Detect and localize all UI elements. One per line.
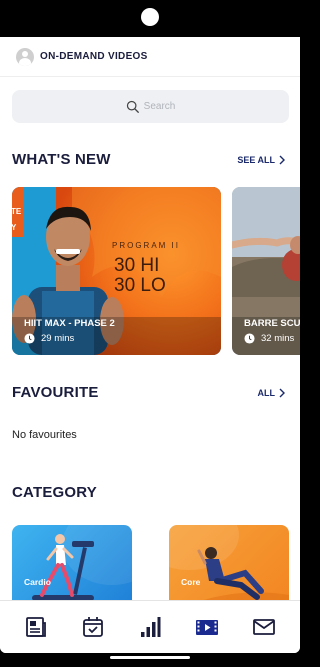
avatar[interactable] xyxy=(16,47,34,66)
calendar-check-icon xyxy=(83,617,104,637)
clock-icon xyxy=(24,333,35,344)
bar-chart-icon xyxy=(140,617,161,637)
program-line-1: 30 HI xyxy=(114,255,160,276)
favourite-title: FAVOURITE xyxy=(12,384,99,401)
camera-notch xyxy=(141,8,159,26)
video-duration: 29 mins xyxy=(24,333,74,344)
video-card-hiit-max[interactable]: TE Y PROGRAM II 30 HI 30 LO HIIT MAX - P… xyxy=(12,187,221,355)
see-all-label: SEE ALL xyxy=(237,155,275,165)
mail-icon xyxy=(252,619,275,635)
duration-text: 29 mins xyxy=(41,333,75,344)
news-icon xyxy=(26,617,47,637)
nav-messages[interactable] xyxy=(249,612,279,642)
video-thumbnail xyxy=(232,187,300,355)
clock-icon xyxy=(244,333,255,344)
nav-videos[interactable] xyxy=(192,612,222,642)
chevron-right-icon xyxy=(279,155,285,165)
category-label: Cardio xyxy=(24,577,51,587)
thumbnail-side-text: TE xyxy=(12,207,22,216)
see-all-link[interactable]: SEE ALL xyxy=(237,155,286,165)
home-indicator[interactable] xyxy=(110,656,190,659)
nav-news[interactable] xyxy=(21,612,51,642)
favourite-all-link[interactable]: ALL xyxy=(258,388,287,398)
app-screen: ON-DEMAND VIDEOS Search WHAT'S NEW SEE A… xyxy=(0,37,300,653)
category-title: CATEGORY xyxy=(12,484,97,501)
duration-text: 32 mins xyxy=(261,333,295,344)
no-favourites-text: No favourites xyxy=(12,429,77,441)
search-icon xyxy=(126,100,139,113)
video-duration: 32 mins xyxy=(244,333,294,344)
chevron-right-icon xyxy=(279,388,285,398)
video-title: BARRE SCULPT xyxy=(244,318,300,329)
app-header: ON-DEMAND VIDEOS xyxy=(0,37,300,77)
program-line-2: 30 LO xyxy=(114,275,166,296)
phone-frame: ON-DEMAND VIDEOS Search WHAT'S NEW SEE A… xyxy=(0,0,300,667)
nav-schedule[interactable] xyxy=(78,612,108,642)
page-title: ON-DEMAND VIDEOS xyxy=(40,51,148,62)
search-placeholder: Search xyxy=(143,101,176,112)
search-input[interactable]: Search xyxy=(12,90,289,123)
category-label: Core xyxy=(181,577,201,587)
video-card-barre[interactable]: BARRE SCULPT 32 mins xyxy=(232,187,300,355)
all-label: ALL xyxy=(257,388,276,398)
video-title: HIIT MAX - PHASE 2 xyxy=(24,318,115,329)
bottom-navigation xyxy=(0,600,300,653)
video-icon xyxy=(195,620,218,635)
program-label: PROGRAM II xyxy=(112,241,181,250)
nav-stats[interactable] xyxy=(135,612,165,642)
thumbnail-side-text-2: Y xyxy=(12,223,17,232)
whats-new-title: WHAT'S NEW xyxy=(12,151,111,168)
